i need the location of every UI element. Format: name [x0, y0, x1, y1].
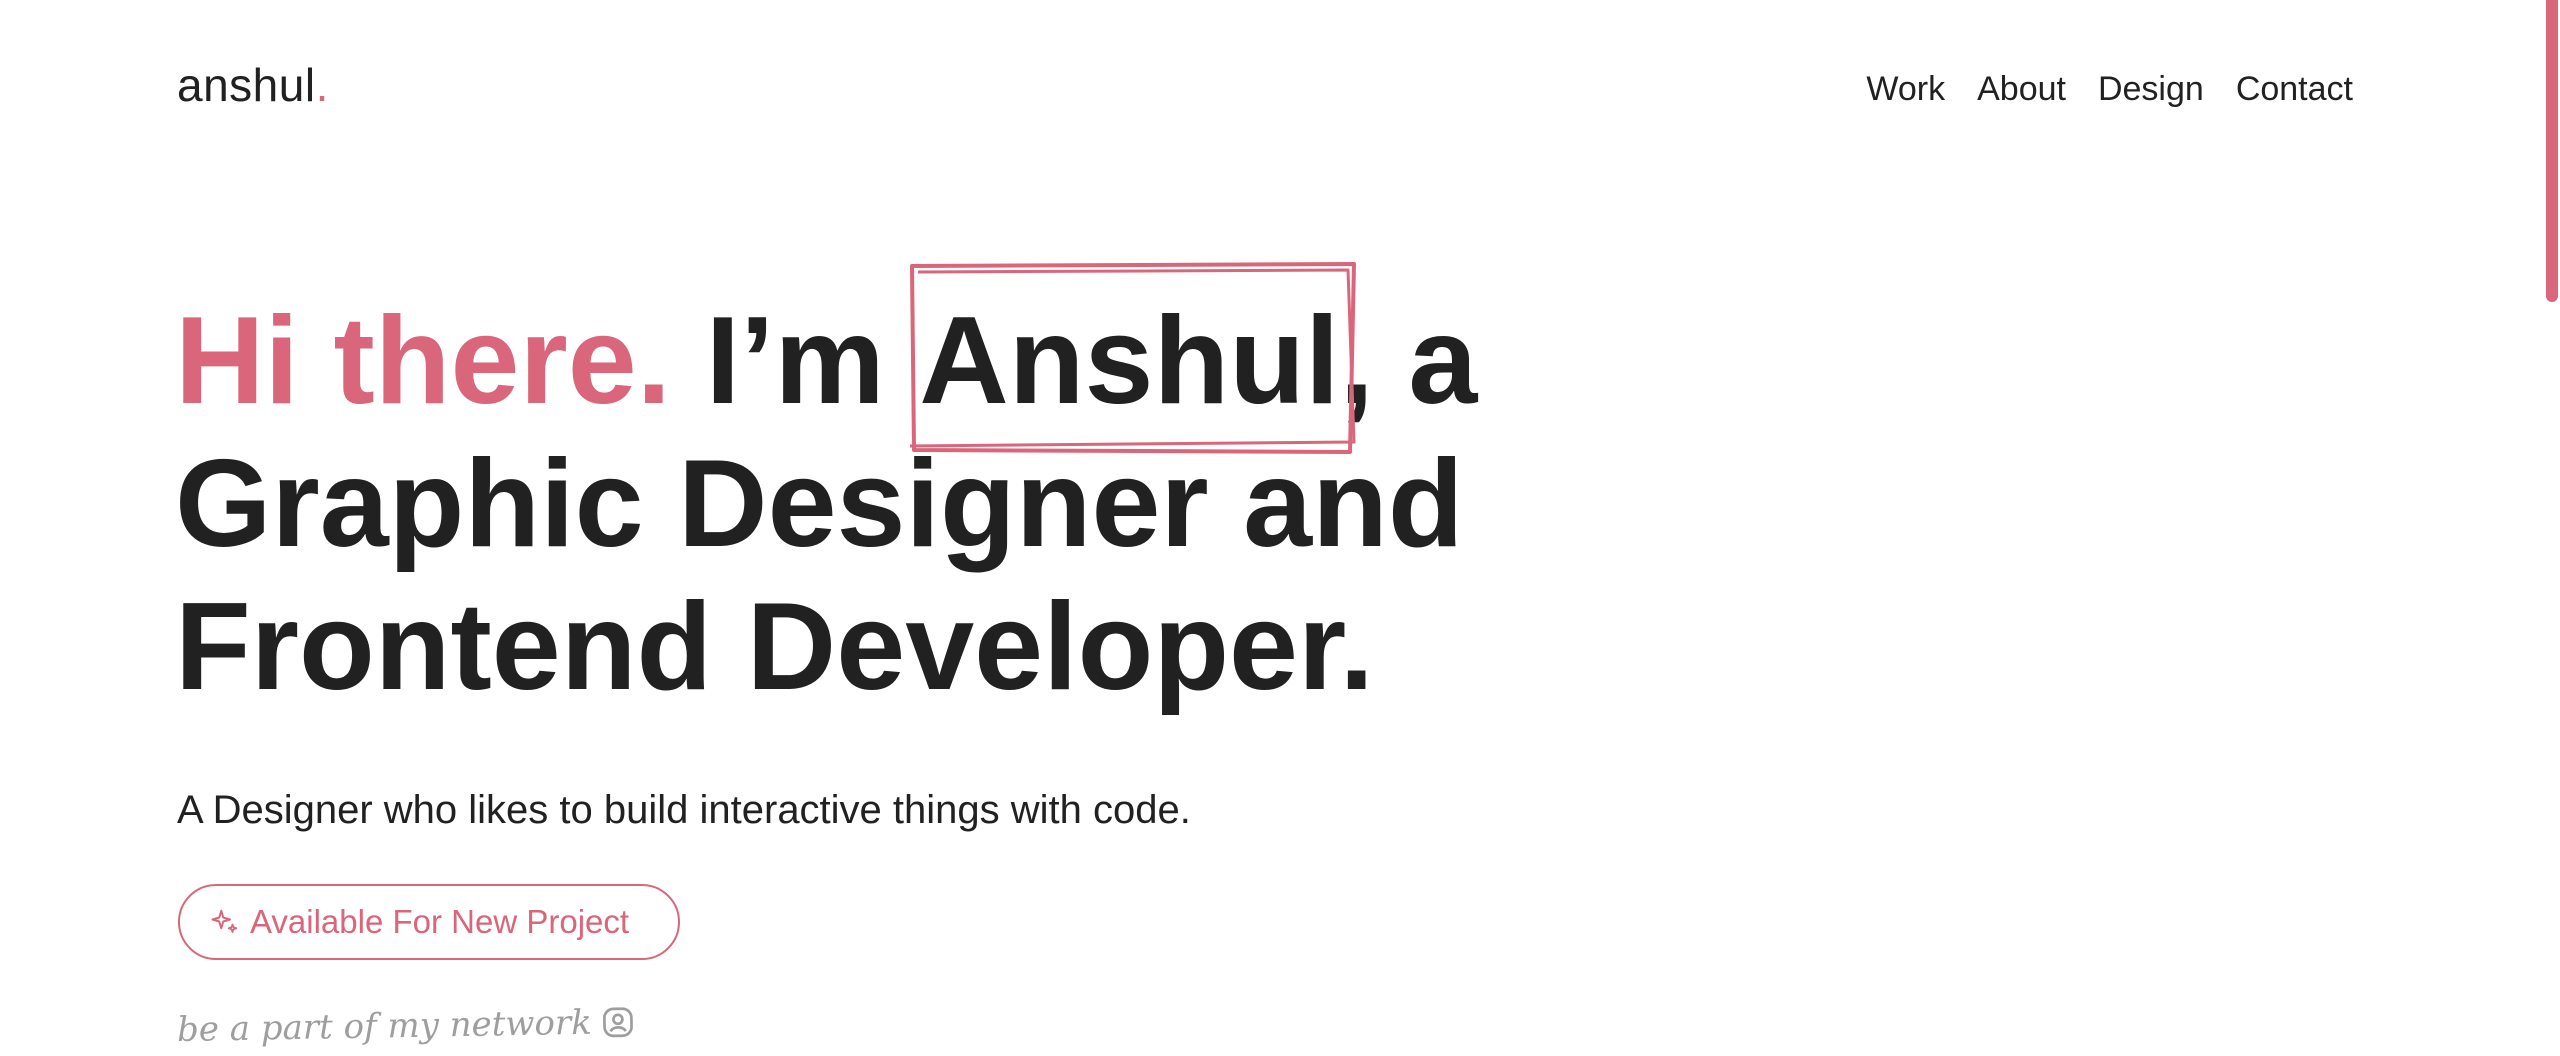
sparkle-icon	[211, 909, 238, 933]
hero-greeting: Hi there.	[175, 292, 672, 430]
hero-tagline: A Designer who likes to build interactiv…	[177, 788, 1191, 832]
nav-about-link[interactable]: About	[1977, 72, 2066, 106]
user-badge-icon	[602, 1007, 633, 1038]
available-button-label: Available For New Project	[250, 903, 630, 940]
available-for-project-button[interactable]: Available For New Project	[178, 884, 680, 960]
page-scrollbar[interactable]	[2546, 0, 2560, 1056]
hero-line-2: Graphic Designer and	[175, 435, 1464, 573]
page: anshul. Work About Design Contact Hi the…	[0, 0, 2560, 1056]
nav-work-link[interactable]: Work	[1866, 72, 1945, 106]
hero-intro: I’m	[705, 292, 885, 430]
logo-dot: .	[315, 59, 329, 111]
logo-text: anshul	[177, 59, 316, 111]
scrollbar-thumb[interactable]	[2546, 0, 2558, 302]
main-nav: Work About Design Contact	[1866, 72, 2353, 106]
nav-design-link[interactable]: Design	[2098, 72, 2204, 106]
hero-title: Hi there. I’m Anshul, a Graphic Designer…	[175, 290, 1477, 719]
hero-line-3: Frontend Developer.	[175, 578, 1374, 716]
hero-name: Anshul,	[919, 292, 1374, 430]
network-text: be a part of my network	[176, 1002, 593, 1051]
nav-contact-link[interactable]: Contact	[2236, 72, 2353, 106]
network-callout[interactable]: be a part of my network	[177, 1002, 636, 1050]
hero-after-name: a	[1408, 292, 1478, 430]
site-logo[interactable]: anshul.	[177, 62, 329, 108]
